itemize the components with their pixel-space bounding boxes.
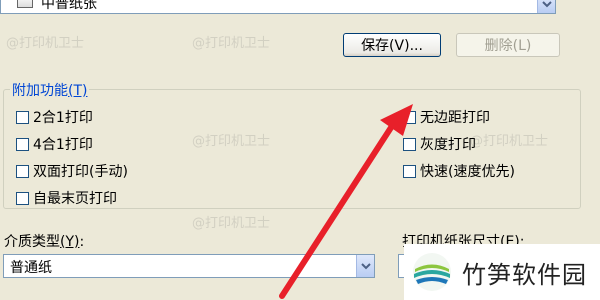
media-type-value: 普通纸 <box>10 260 52 276</box>
checkbox-label: 自最末页打印 <box>33 191 117 207</box>
chevron-down-icon[interactable] <box>356 255 374 277</box>
checkbox-borderless[interactable]: 无边距打印 <box>403 107 490 127</box>
checkbox-label: 无边距打印 <box>420 110 490 126</box>
checkbox-4in1[interactable]: 4合1打印 <box>16 134 93 154</box>
checkbox-label: 4合1打印 <box>33 137 93 153</box>
checkbox-fast-mode[interactable]: 快速(速度优先) <box>403 161 515 181</box>
delete-button[interactable]: 删除(L) <box>456 33 560 57</box>
checkbox-box[interactable] <box>16 137 29 151</box>
checkbox-box[interactable] <box>403 110 416 124</box>
checkbox-box[interactable] <box>403 137 416 151</box>
checkbox-label: 双面打印(手动) <box>33 164 128 180</box>
watermark: @打印机卫士 <box>192 36 271 51</box>
paper-select-value: 中普纸张 <box>41 0 97 12</box>
checkbox-box[interactable] <box>16 191 29 205</box>
checkbox-label: 快速(速度优先) <box>420 164 515 180</box>
paper-icon <box>17 0 33 8</box>
watermark: @打印机卫士 <box>6 36 85 51</box>
checkbox-label: 灰度打印 <box>420 137 476 153</box>
chevron-down-icon[interactable] <box>537 0 555 13</box>
checkbox-reverse-order[interactable]: 自最末页打印 <box>16 188 117 208</box>
additional-features-title: 附加功能(T) <box>10 80 90 100</box>
logo-text: 竹笋软件园 <box>462 260 587 289</box>
watermark: @打印机卫士 <box>192 216 271 231</box>
media-type-label: 介质类型(Y): <box>4 234 85 250</box>
checkbox-box[interactable] <box>16 164 29 178</box>
media-type-select[interactable]: 普通纸 <box>3 254 375 278</box>
checkbox-box[interactable] <box>16 110 29 124</box>
logo-icon <box>413 253 451 291</box>
checkbox-grayscale[interactable]: 灰度打印 <box>403 134 476 154</box>
checkbox-label: 2合1打印 <box>33 110 93 126</box>
save-button[interactable]: 保存(V)... <box>343 33 441 57</box>
site-logo: 竹笋软件园 <box>404 244 600 300</box>
paper-select[interactable]: 中普纸张 <box>0 0 556 14</box>
checkbox-2in1[interactable]: 2合1打印 <box>16 107 93 127</box>
checkbox-duplex-manual[interactable]: 双面打印(手动) <box>16 161 128 181</box>
checkbox-box[interactable] <box>403 164 416 178</box>
